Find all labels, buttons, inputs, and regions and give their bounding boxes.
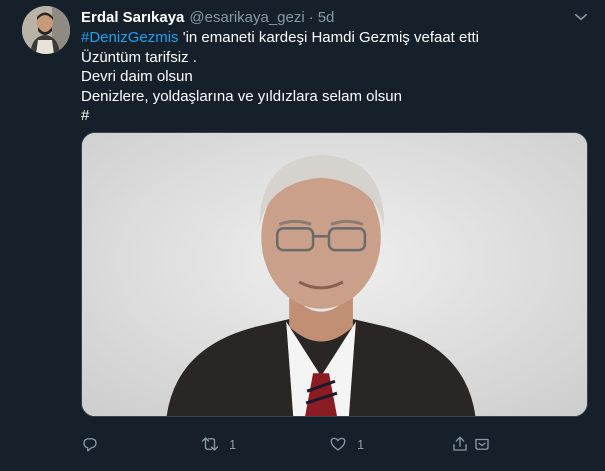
tweet[interactable]: Erdal Sarıkaya @esarikaya_gezi · 5d #Den…	[0, 0, 605, 471]
hashtag-link[interactable]: #DenizGezmis	[81, 29, 179, 46]
like-button[interactable]: 1	[329, 432, 364, 456]
separator: ·	[308, 8, 314, 26]
author-name[interactable]: Erdal Sarıkaya	[81, 9, 184, 26]
like-icon	[330, 437, 346, 451]
tweet-text-line-2: Üzüntüm tarifsiz .	[81, 48, 197, 66]
tweet-photo[interactable]	[81, 132, 588, 417]
like-count: 1	[357, 436, 365, 452]
send-via-dm-icon	[475, 438, 489, 450]
share-dm-button[interactable]	[473, 432, 491, 456]
retweet-button[interactable]: 1	[201, 432, 236, 456]
tweet-actions: 1 1	[81, 432, 591, 456]
caret-down-icon[interactable]	[572, 8, 590, 26]
share-button[interactable]	[451, 432, 469, 456]
tweet-text: #DenizGezmis 'in emaneti kardeşi Hamdi G…	[81, 28, 581, 126]
share-icon	[453, 436, 467, 451]
tweet-text-line-3: Devri daim olsun	[81, 68, 193, 85]
reply-button[interactable]	[81, 432, 109, 456]
tweet-text-line-4: Denizlere, yoldaşlarına ve yıldızlara se…	[81, 87, 402, 105]
tweet-text-line-1-rest: 'in emaneti kardeşi Hamdi Gezmiş vefaat …	[178, 29, 480, 46]
tweet-time[interactable]: 5d	[318, 9, 335, 26]
avatar[interactable]	[22, 6, 70, 54]
tweet-text-line-1: #DenizGezmis 'in emaneti kardeşi Hamdi G…	[81, 28, 581, 48]
reply-icon	[83, 438, 97, 452]
tweet-text-line-5: #	[81, 107, 90, 124]
retweet-icon	[201, 437, 219, 451]
retweet-count: 1	[229, 436, 237, 452]
tweet-header: Erdal Sarıkaya @esarikaya_gezi · 5d	[81, 7, 334, 27]
author-handle[interactable]: @esarikaya_gezi	[189, 9, 304, 26]
